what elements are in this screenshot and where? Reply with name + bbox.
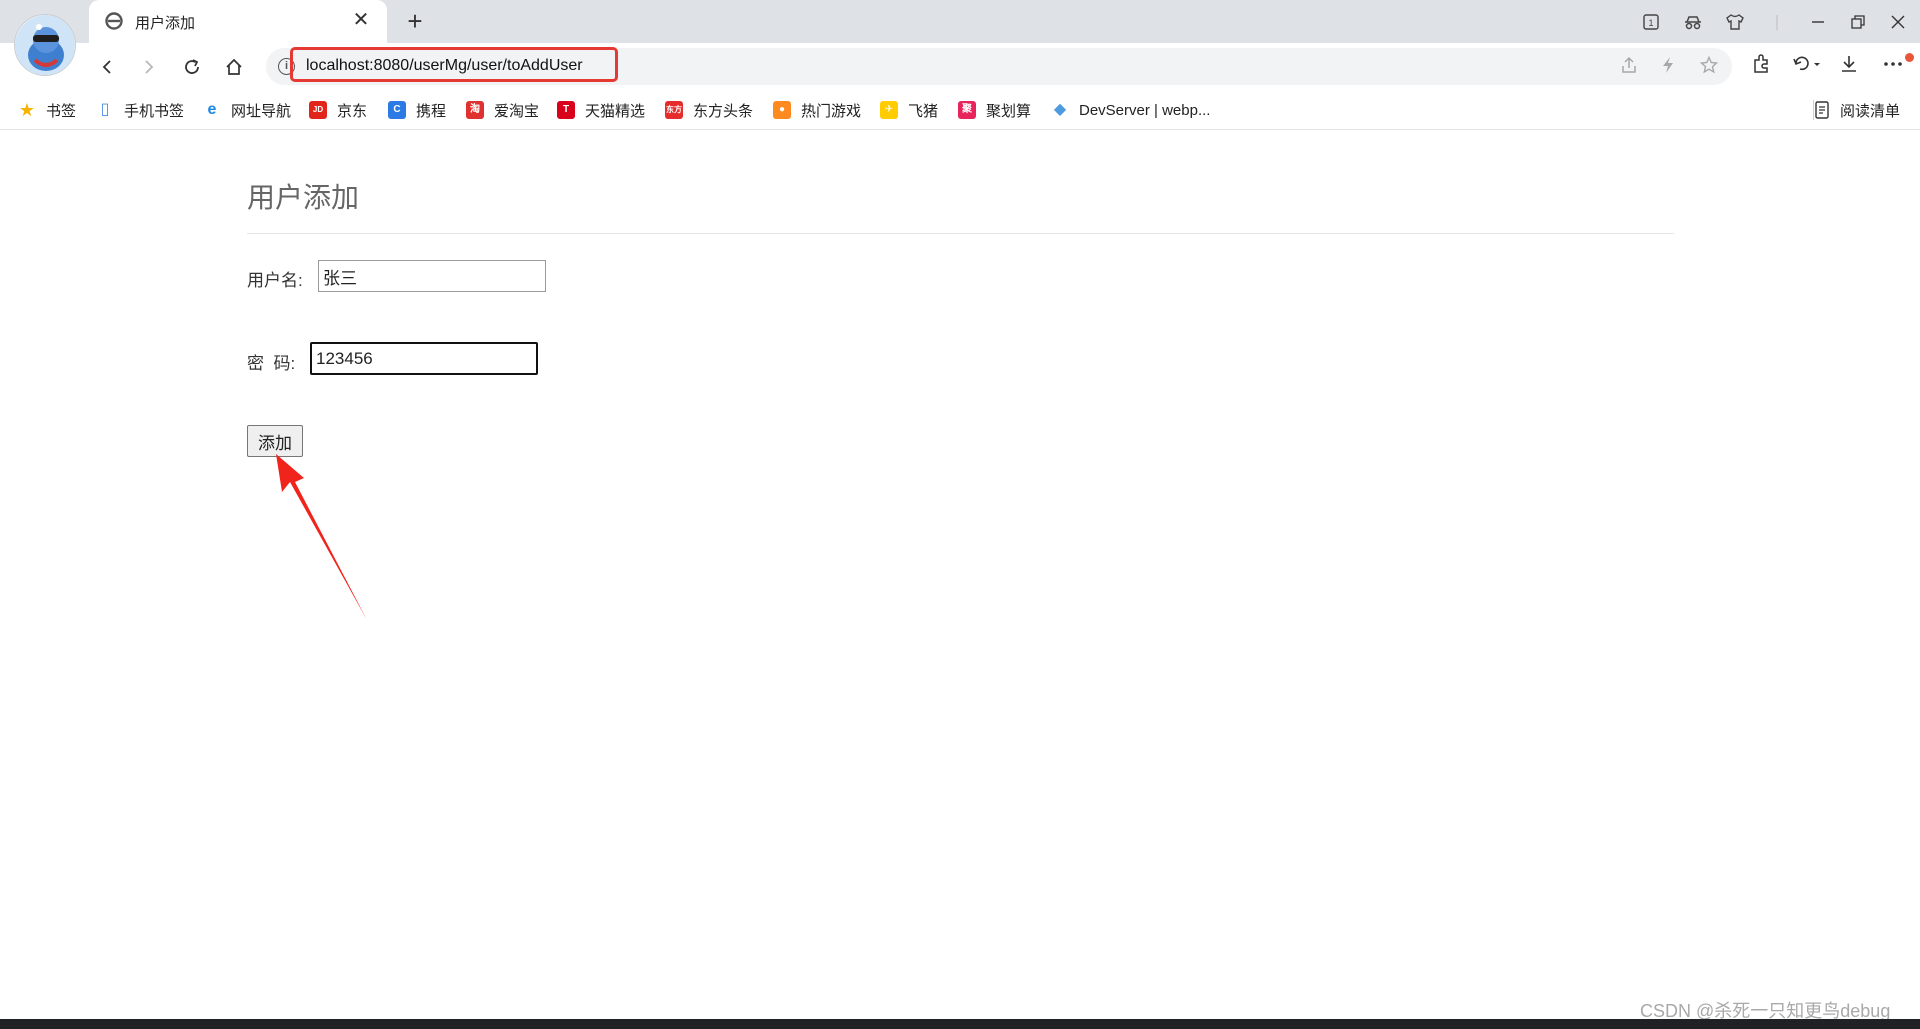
taobao-icon: 淘 bbox=[466, 101, 484, 119]
reading-list-button[interactable]: 阅读清单 bbox=[1814, 99, 1900, 121]
home-button[interactable] bbox=[218, 51, 250, 83]
page-title: 用户添加 bbox=[247, 182, 360, 213]
dongfang-icon: 东方 bbox=[665, 101, 683, 119]
undo-dropdown-icon[interactable] bbox=[1790, 54, 1824, 80]
password-input[interactable] bbox=[310, 342, 538, 375]
bookmark-item[interactable]: e 网址导航 bbox=[203, 99, 291, 121]
lightning-icon[interactable] bbox=[1657, 56, 1679, 78]
bookmark-item[interactable]: C 携程 bbox=[388, 99, 446, 121]
phone-icon: ▯ bbox=[100, 101, 110, 118]
juhuasuan-icon: 聚 bbox=[958, 101, 976, 119]
bookmark-label: 热门游戏 bbox=[801, 102, 862, 120]
back-button[interactable] bbox=[91, 51, 123, 83]
annotation-arrow bbox=[276, 454, 367, 620]
bookmarks-bar: ★ 书签 ▯ 手机书签 e 网址导航 JD 京东 C 携程 淘爱淘宝 T 天猫精选 东方 东方头条 ● 热门游戏… bbox=[0, 90, 1920, 130]
bookmark-item[interactable]: 东方 东方头条 bbox=[665, 99, 753, 121]
svg-text:1: 1 bbox=[1648, 18, 1653, 28]
favorite-star-icon[interactable] bbox=[1698, 55, 1720, 78]
reading-list-label: 阅读清单 bbox=[1840, 102, 1901, 120]
reading-list-icon bbox=[1815, 101, 1829, 119]
skin-shirt-icon[interactable] bbox=[1720, 8, 1750, 36]
bookmark-label: 书签 bbox=[46, 102, 77, 120]
webpack-icon: ◆ bbox=[1053, 101, 1067, 118]
tab-active[interactable]: 用户添加 ✕ bbox=[89, 0, 387, 43]
ctrip-icon: C bbox=[388, 101, 406, 119]
more-menu-icon[interactable] bbox=[1880, 54, 1906, 80]
tmall-icon: T bbox=[557, 101, 575, 119]
reload-button[interactable] bbox=[176, 51, 208, 83]
incognito-icon[interactable] bbox=[1678, 8, 1708, 36]
share-icon[interactable] bbox=[1618, 56, 1640, 78]
bookmark-label: 东方头条 bbox=[693, 102, 754, 120]
separator-icon: | bbox=[1774, 12, 1780, 31]
new-tab-button[interactable]: + bbox=[400, 7, 430, 37]
title-divider bbox=[247, 233, 1674, 234]
restore-icon[interactable] bbox=[1843, 8, 1873, 36]
home-icon bbox=[226, 58, 242, 75]
password-label: 密 码: bbox=[247, 354, 296, 373]
back-arrow-icon bbox=[102, 60, 111, 74]
reload-icon bbox=[185, 59, 199, 74]
bookmark-item[interactable]: 淘爱淘宝 bbox=[466, 99, 539, 121]
username-input[interactable] bbox=[318, 260, 546, 292]
bookmark-item[interactable]: ◆ DevServer | webp... bbox=[1051, 99, 1211, 121]
extensions-icon[interactable] bbox=[1748, 54, 1774, 80]
bookmark-item[interactable]: 聚聚划算 bbox=[958, 99, 1031, 121]
fliggy-icon: ✈ bbox=[880, 101, 898, 119]
username-label: 用户名: bbox=[247, 271, 303, 290]
forward-button[interactable] bbox=[133, 51, 165, 83]
bookmark-label: 天猫精选 bbox=[585, 102, 646, 120]
bookmark-item[interactable]: ★ 书签 bbox=[18, 99, 76, 121]
minimize-icon[interactable] bbox=[1803, 8, 1833, 36]
address-bar[interactable]: i localhost:8080/userMg/user/toAddUser bbox=[266, 47, 1732, 85]
tab-close-icon[interactable]: ✕ bbox=[349, 8, 373, 32]
tab-title: 用户添加 bbox=[135, 15, 196, 32]
navigation-toolbar: i localhost:8080/userMg/user/toAddUser bbox=[0, 43, 1920, 90]
bookmark-label: 网址导航 bbox=[231, 102, 292, 120]
bookmark-label: 携程 bbox=[416, 102, 447, 120]
e-icon: e bbox=[207, 101, 217, 118]
bookmark-label: 爱淘宝 bbox=[494, 102, 540, 120]
bookmark-item[interactable]: ▯ 手机书签 bbox=[96, 99, 184, 121]
bookmark-label: 京东 bbox=[337, 102, 368, 120]
download-icon[interactable] bbox=[1836, 54, 1862, 80]
bookmark-label: 聚划算 bbox=[986, 102, 1032, 120]
notification-dot bbox=[1905, 53, 1914, 62]
game-icon: ● bbox=[773, 101, 791, 119]
taskbar bbox=[0, 1019, 1920, 1029]
browser-window: 用户添加 ✕ + 1 | i localhost:8080/userMg/use… bbox=[0, 0, 1920, 1029]
browser-e-icon bbox=[105, 12, 123, 30]
close-window-icon[interactable] bbox=[1883, 8, 1913, 36]
bookmark-item[interactable]: JD 京东 bbox=[309, 99, 367, 121]
forward-arrow-icon bbox=[145, 60, 154, 74]
bookmark-item[interactable]: ● 热门游戏 bbox=[773, 99, 861, 121]
bookmark-label: 飞猪 bbox=[908, 102, 939, 120]
avatar-image bbox=[15, 15, 75, 75]
bookmark-label: 手机书签 bbox=[124, 102, 185, 120]
jd-icon: JD bbox=[309, 101, 327, 119]
address-url[interactable]: localhost:8080/userMg/user/toAddUser bbox=[306, 57, 583, 75]
bookmark-label: DevServer | webp... bbox=[1079, 101, 1211, 119]
tab-count-icon[interactable]: 1 bbox=[1636, 8, 1666, 36]
bookmark-item[interactable]: T 天猫精选 bbox=[557, 99, 645, 121]
star-icon: ★ bbox=[18, 100, 36, 120]
profile-avatar[interactable] bbox=[14, 14, 76, 76]
bookmark-item[interactable]: ✈ 飞猪 bbox=[880, 99, 938, 121]
